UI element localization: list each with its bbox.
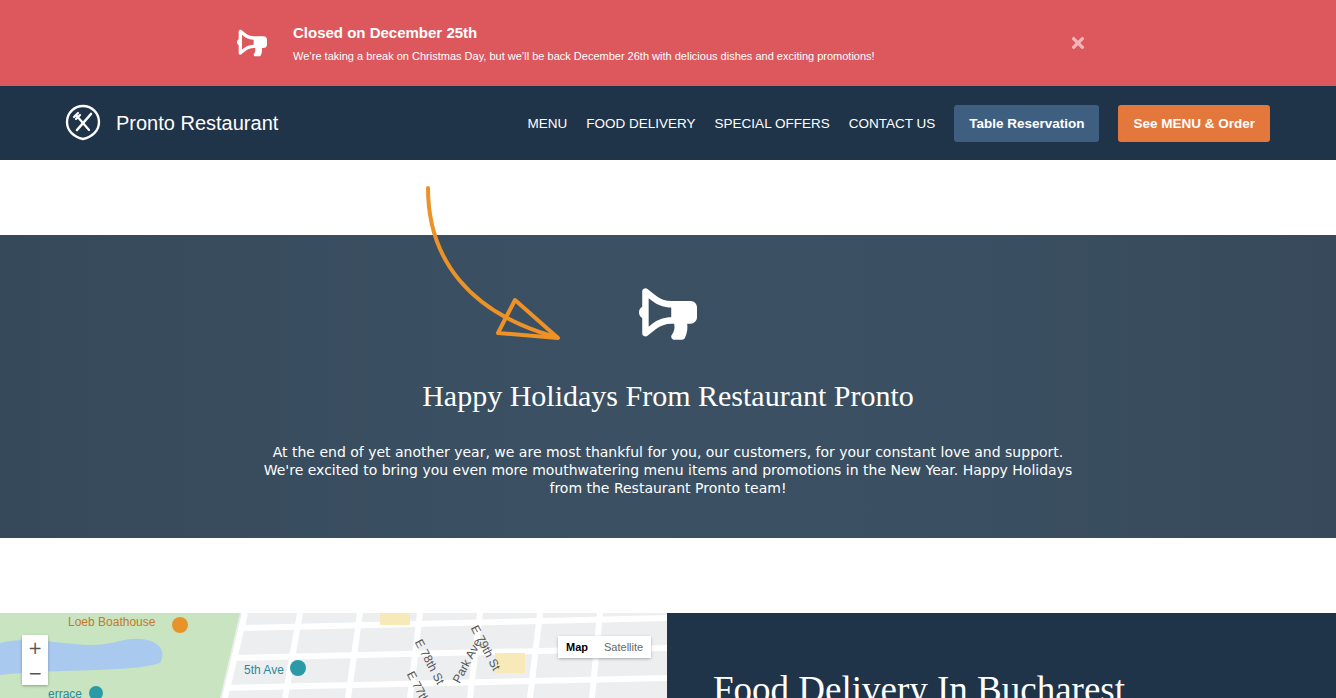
restaurant-pin-icon[interactable] — [172, 617, 188, 633]
map-type-toggle: MapSatellite — [558, 636, 651, 658]
announcement-title: Closed on December 25th — [293, 24, 1039, 41]
arrow-icon — [0, 0, 600, 360]
zoom-in-button[interactable]: + — [22, 635, 48, 660]
holiday-hero: Happy Holidays From Restaurant Pronto At … — [0, 235, 1336, 538]
reservation-button[interactable]: Table Reservation — [954, 105, 1099, 142]
hero-text: At the end of yet another year, we are m… — [263, 443, 1073, 497]
close-button[interactable] — [1065, 30, 1091, 56]
map-label: Park Ave — [450, 636, 485, 685]
announcement-bar: Closed on December 25th We’re taking a br… — [0, 0, 1336, 86]
place-pin-icon[interactable] — [290, 660, 306, 676]
order-button[interactable]: See MENU & Order — [1118, 105, 1270, 142]
hero-title: Happy Holidays From Restaurant Pronto — [422, 379, 914, 413]
megaphone-icon — [639, 285, 697, 343]
nav-link[interactable]: CONTACT US — [849, 116, 936, 131]
nav-link[interactable]: SPECIAL OFFERS — [715, 116, 830, 131]
nav-link[interactable]: MENU — [528, 116, 568, 131]
map-label: 5th Ave — [244, 663, 284, 677]
navbar: Pronto Restaurant MENU FOOD DELIVERY SPECIA… — [0, 86, 1336, 160]
brand[interactable]: Pronto Restaurant — [64, 104, 278, 142]
announcement-message: We’re taking a break on Christmas Day, b… — [293, 50, 1039, 62]
map[interactable]: Loeb Boathouse5th AveE 78th StE 79th StE… — [0, 613, 667, 698]
park-pin-icon[interactable] — [89, 686, 103, 698]
map-type-button[interactable]: Map — [558, 636, 596, 658]
nav-link[interactable]: FOOD DELIVERY — [586, 116, 695, 131]
megaphone-icon — [237, 28, 267, 58]
delivery-panel: Food Delivery In Bucharest — [667, 613, 1336, 698]
delivery-title: Food Delivery In Bucharest — [713, 668, 1296, 698]
map-label: Loeb Boathouse — [68, 615, 155, 629]
map-type-button[interactable]: Satellite — [596, 636, 651, 658]
logo-icon — [64, 104, 102, 142]
zoom-controls: +− — [22, 635, 48, 685]
zoom-out-button[interactable]: − — [22, 660, 48, 685]
map-label: errace — [48, 687, 82, 698]
page: Closed on December 25th We’re taking a br… — [0, 0, 1336, 698]
close-icon — [1069, 34, 1087, 52]
